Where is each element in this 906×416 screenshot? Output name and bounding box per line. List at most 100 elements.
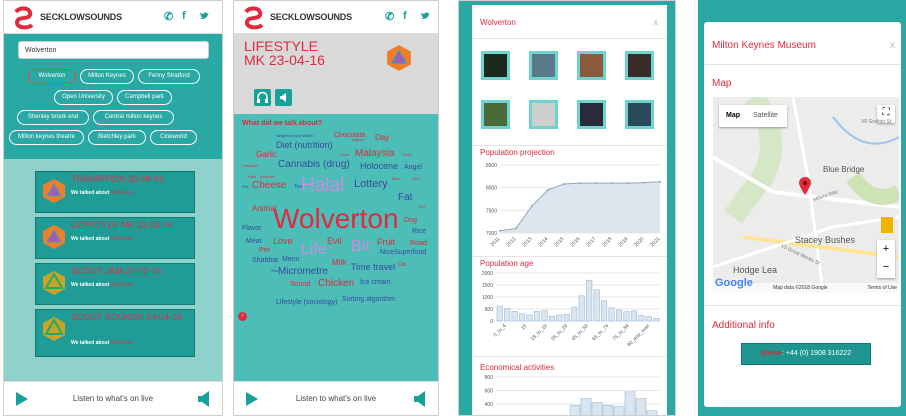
cloud-word[interactable]: Lifestyle (sociology)	[276, 299, 337, 306]
photo-thumbnail[interactable]	[625, 100, 654, 129]
terms-link[interactable]: Terms of Use	[868, 285, 897, 291]
cloud-word[interactable]: Bird	[392, 177, 399, 181]
map-button[interactable]: Map	[726, 112, 740, 119]
photo-thumbnail[interactable]	[481, 100, 510, 129]
cloud-word[interactable]: Neighborhood Watch	[276, 134, 313, 138]
phone-button[interactable]: phone: +44 (0) 1908 316222	[741, 343, 871, 365]
headphones-button[interactable]	[254, 89, 271, 106]
chip-central-milton-keynes[interactable]: Central milton keynes	[93, 110, 174, 125]
cloud-word[interactable]: Garlic	[256, 151, 277, 159]
cloud-word[interactable]: Pet	[242, 185, 248, 189]
pegman-icon[interactable]	[881, 217, 893, 233]
cloud-word[interactable]: Malaysia	[355, 149, 394, 159]
chip-bletchley-park[interactable]: Bletchley park	[88, 130, 146, 145]
bar	[645, 316, 652, 322]
cloud-word[interactable]: Menu	[282, 256, 300, 263]
chip-campbell-park[interactable]: Campbell park	[117, 90, 172, 105]
podcast-card[interactable]: SCOUT JAM 22-02-16 We talked about Wolve…	[35, 263, 195, 305]
cloud-word[interactable]: Dog	[404, 217, 417, 224]
cloud-word[interactable]: Ice cream	[360, 279, 391, 286]
y-tick-label: 400	[485, 402, 494, 408]
cloud-word[interactable]: Rice	[412, 228, 426, 235]
cloud-word[interactable]: Angel	[404, 164, 422, 171]
cloud-word[interactable]: Milk	[332, 259, 346, 267]
cloud-word[interactable]: Cannabis (drug)	[278, 160, 350, 170]
cloud-word[interactable]: Halal	[301, 176, 344, 195]
cloud-word[interactable]: Day	[375, 134, 389, 142]
facebook-icon[interactable]: f	[403, 10, 407, 22]
zoom-in-icon[interactable]: +	[877, 240, 895, 258]
speaker-icon[interactable]	[414, 391, 428, 407]
chip-milton-keynes-theatre[interactable]: Milton keynes theatre	[9, 130, 84, 145]
cloud-word[interactable]: Diet (nutrition)	[276, 141, 333, 150]
cloud-word[interactable]: Food	[340, 153, 349, 157]
whatsapp-icon[interactable]: ✆	[164, 10, 173, 23]
x-tick-label: 65_to_74	[591, 323, 610, 342]
cloud-word[interactable]: Inventor	[260, 175, 274, 179]
cloud-word[interactable]: Leicester	[242, 164, 258, 168]
cloud-word[interactable]: Shabbat	[252, 257, 278, 264]
cloud-word[interactable]: NiceSuperfood	[380, 249, 426, 256]
place-label: Blue Bridge	[823, 165, 865, 174]
chip-fenny-stratford[interactable]: Fenny Stratford	[138, 69, 200, 84]
zoom-control: + −	[877, 240, 895, 278]
cloud-word[interactable]: Fact	[248, 175, 256, 179]
cloud-word[interactable]: Micrometre	[278, 267, 328, 277]
chip-shenley-brook-end[interactable]: Shenley brook end	[17, 110, 89, 125]
photo-thumbnail[interactable]	[529, 100, 558, 129]
cloud-word[interactable]: Wolverton	[273, 205, 399, 233]
card-title: TRANSITION 30-06-16	[71, 174, 165, 184]
twitter-icon[interactable]	[420, 12, 430, 21]
search-input[interactable]	[18, 41, 209, 59]
google-map[interactable]: Map Satellite ⛶ Blue Bridge Stacey Bushe…	[713, 97, 899, 293]
zoom-out-icon[interactable]: −	[877, 258, 895, 276]
x-tick-label: 2020	[633, 236, 645, 248]
speaker-icon[interactable]	[198, 391, 212, 407]
whatsapp-icon[interactable]: ✆	[385, 10, 394, 23]
facebook-icon[interactable]: f	[182, 10, 186, 22]
cloud-word[interactable]: Sorting algorithm	[342, 296, 395, 303]
photo-thumbnail[interactable]	[625, 51, 654, 80]
cloud-word[interactable]: Meat	[246, 238, 262, 245]
cloud-word[interactable]: Bit	[351, 239, 370, 255]
cloud-word[interactable]: Chicken	[318, 279, 354, 289]
cloud-word[interactable]: Love	[273, 237, 293, 246]
speaker-button[interactable]	[275, 89, 292, 106]
cloud-word[interactable]: Flavor	[242, 225, 261, 232]
data-point	[627, 182, 629, 185]
twitter-icon[interactable]	[199, 12, 209, 21]
podcast-card[interactable]: TRANSITION 30-06-16 We talked about Wolv…	[35, 171, 195, 213]
podcast-card[interactable]: SCOUT SOUNDS 24-04-16 We talked about Wo…	[35, 309, 195, 357]
cloud-word[interactable]: Party	[402, 153, 411, 157]
photo-thumbnail[interactable]	[577, 100, 606, 129]
chip-open-university[interactable]: Open University	[54, 90, 113, 105]
cloud-word[interactable]: Holocene	[360, 162, 398, 171]
cloud-word[interactable]: Sound	[290, 281, 310, 288]
close-button[interactable]: x	[890, 40, 895, 51]
satellite-button[interactable]: Satellite	[753, 112, 778, 119]
cloud-word[interactable]: Time travel	[351, 263, 395, 272]
close-button[interactable]: x	[654, 17, 659, 27]
cloud-word[interactable]: Cat	[398, 263, 406, 268]
cloud-word[interactable]: Fat	[398, 193, 412, 203]
photo-thumbnail[interactable]	[529, 51, 558, 80]
cloud-word[interactable]: Road	[410, 240, 427, 247]
additional-info-label: Additional info	[712, 320, 775, 331]
map-pin-icon[interactable]	[799, 177, 811, 195]
cloud-word[interactable]: Film	[412, 177, 420, 181]
cloud-word[interactable]: Fruit	[377, 238, 395, 247]
back-arrow-icon[interactable]: ‹	[238, 312, 247, 321]
cloud-word[interactable]: Life	[301, 242, 327, 258]
cloud-word[interactable]: Sun	[418, 205, 425, 209]
cloud-word[interactable]: Lottery	[354, 179, 388, 190]
cloud-word[interactable]: Cheese	[252, 181, 286, 191]
cloud-word[interactable]: Pet	[259, 247, 270, 254]
chip-milton-keynes[interactable]: Milton Keynes	[80, 69, 134, 84]
photo-thumbnail[interactable]	[577, 51, 606, 80]
photo-thumbnail[interactable]	[481, 51, 510, 80]
chip-cineworld[interactable]: Cineworld	[150, 130, 197, 145]
podcast-card[interactable]: LIFESTYLE MK 23-04-16 We talked about Wo…	[35, 217, 195, 259]
chip-wolverton[interactable]: Wolverton	[28, 69, 76, 84]
cloud-word[interactable]: Nature	[352, 138, 364, 142]
cloud-word[interactable]: Evil	[327, 237, 342, 246]
